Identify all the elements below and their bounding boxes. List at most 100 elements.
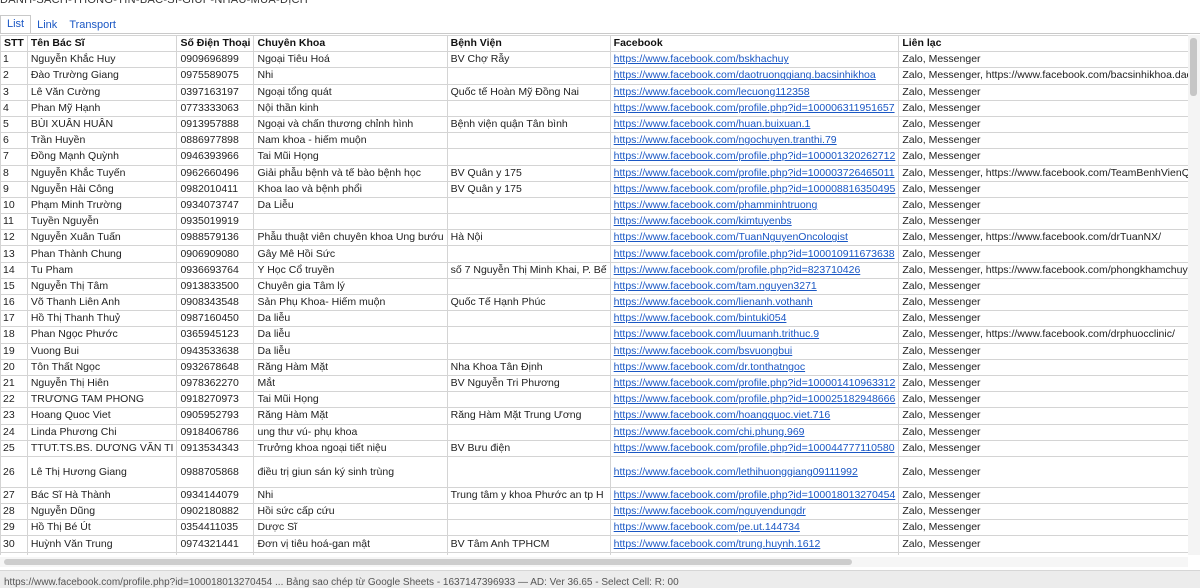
cell-stt[interactable]: 30 [0, 535, 28, 553]
cell-doctor-name[interactable]: Linda Phương Chi [26, 423, 178, 441]
cell-doctor-name[interactable]: Nguyễn Thị Hiên [26, 374, 178, 393]
cell-contact[interactable]: Zalo, Messenger [898, 277, 1188, 296]
cell-doctor-name[interactable]: Nguyễn Hải Công [26, 180, 178, 198]
cell-specialty[interactable]: Da liễu [253, 310, 448, 328]
cell-hospital[interactable] [446, 423, 611, 441]
header-specialty[interactable]: Chuyên Khoa [253, 35, 448, 53]
header-doctor-name[interactable]: Tên Bác Sĩ [26, 35, 178, 53]
table-row[interactable]: 10 Phạm Minh Trường 0934073747 Da Liễu https… [0, 196, 1188, 215]
horizontal-scrollbar[interactable] [0, 557, 1188, 567]
cell-facebook-link[interactable]: https://www.facebook.com/profile.php?id=… [609, 245, 900, 263]
cell-hospital[interactable] [446, 391, 611, 409]
cell-specialty[interactable]: Da liễu [253, 326, 448, 344]
cell-contact[interactable]: Zalo, Messenger, https://www.facebook.co… [898, 164, 1188, 182]
cell-facebook-link[interactable]: https://www.facebook.com/lethihuonggiang… [609, 455, 900, 488]
header-facebook[interactable]: Facebook [609, 35, 900, 53]
header-stt[interactable]: STT [0, 35, 28, 53]
cell-specialty[interactable]: Ngoại tổng quát [253, 83, 448, 101]
cell-hospital[interactable] [446, 132, 611, 150]
cell-contact[interactable]: Zalo, Messenger [898, 245, 1188, 263]
cell-stt[interactable]: 12 [0, 229, 28, 247]
cell-stt[interactable]: 24 [0, 423, 28, 441]
cell-phone[interactable]: 0902180882 [176, 503, 255, 521]
cell-doctor-name[interactable]: Nguyễn Dũng [26, 503, 178, 521]
cell-facebook-link[interactable]: https://www.facebook.com/profile.php?id=… [609, 439, 900, 457]
cell-specialty[interactable]: Y Học Cổ truyền [253, 261, 448, 279]
cell-contact[interactable]: Zalo, Messenger, https://www.facebook.co… [898, 67, 1188, 85]
cell-specialty[interactable] [253, 213, 448, 231]
cell-hospital[interactable] [446, 148, 611, 166]
cell-doctor-name[interactable]: Trần Quốc Phong [26, 551, 178, 555]
cell-hospital[interactable] [446, 455, 611, 488]
cell-specialty[interactable]: Khoa lao và bệnh phổi [253, 180, 448, 198]
cell-phone[interactable]: 0397163197 [176, 83, 255, 101]
cell-contact[interactable]: Zalo, Messenger [898, 503, 1188, 521]
table-row[interactable]: 18 Phan Ngọc Phước 0365945123 Da liễu https:… [0, 326, 1188, 344]
cell-doctor-name[interactable]: Lê Thị Hương Giang [26, 455, 178, 488]
cell-doctor-name[interactable]: TRƯƠNG TAM PHONG [26, 391, 178, 409]
cell-stt[interactable]: 25 [0, 439, 28, 457]
cell-stt[interactable]: 20 [0, 358, 28, 376]
cell-phone[interactable]: 0975589075 [176, 67, 255, 85]
cell-stt[interactable]: 22 [0, 391, 28, 409]
cell-stt[interactable]: 5 [0, 115, 28, 134]
cell-hospital[interactable]: BV Bình Dân [446, 551, 611, 555]
table-row[interactable]: 30 Huỳnh Văn Trung 0974321441 Đơn vị tiêu h… [0, 535, 1188, 553]
cell-specialty[interactable]: Giải phẫu bệnh và tế bào bệnh học [253, 164, 448, 182]
cell-contact[interactable]: Zalo, Messenger, https://www.facebook.co… [898, 326, 1188, 344]
cell-contact[interactable]: Zalo, Messenger, https://www.facebook.co… [898, 229, 1188, 247]
cell-facebook-link[interactable]: https://www.facebook.com/pe.ut.144734 [609, 519, 900, 537]
table-row[interactable]: 17 Hồ Thị Thanh Thuỷ 0987160450 Da liễu http… [0, 310, 1188, 328]
cell-contact[interactable]: Zalo, Messenger [898, 132, 1188, 150]
cell-facebook-link[interactable]: https://www.facebook.com/luumanh.trithuc… [609, 326, 900, 344]
cell-contact[interactable]: Zalo, Messenger [898, 407, 1188, 425]
cell-stt[interactable]: 3 [0, 83, 28, 101]
cell-contact[interactable]: Zalo, Messenger [898, 391, 1188, 409]
cell-specialty[interactable]: Tai Mũi Họng [253, 148, 448, 166]
cell-hospital[interactable]: BV Chợ Rẫy [446, 51, 611, 69]
table-row[interactable]: 26 Lê Thị Hương Giang 0988705868 điều trị g… [0, 455, 1188, 488]
cell-specialty[interactable]: ngoại tiết niệu [253, 551, 448, 555]
cell-doctor-name[interactable]: Phan Mỹ Hạnh [26, 99, 178, 117]
tab-list[interactable]: List [0, 15, 32, 34]
cell-specialty[interactable]: Nhi [253, 486, 448, 505]
cell-doctor-name[interactable]: Võ Thanh Liên Anh [26, 293, 178, 312]
cell-phone[interactable]: 0988705868 [176, 455, 255, 488]
cell-contact[interactable]: Zalo, Messenger [898, 310, 1188, 328]
cell-specialty[interactable]: Sản Phụ Khoa- Hiếm muộn [253, 293, 448, 312]
horizontal-scroll-thumb[interactable] [4, 559, 852, 565]
cell-doctor-name[interactable]: Hoang Quoc Viet [26, 407, 178, 425]
cell-doctor-name[interactable]: Bác Sĩ Hà Thành [26, 486, 178, 505]
cell-hospital[interactable] [446, 277, 611, 296]
cell-doctor-name[interactable]: Đồng Mạnh Quỳnh [26, 148, 178, 166]
cell-phone[interactable]: 0962660496 [176, 164, 255, 182]
cell-phone[interactable]: 0777318893 [176, 551, 255, 555]
cell-doctor-name[interactable]: TTUT.TS.BS. DƯƠNG VĂN TI [26, 439, 178, 457]
cell-hospital[interactable] [446, 342, 611, 360]
cell-doctor-name[interactable]: Đào Trường Giang [26, 67, 178, 85]
cell-hospital[interactable]: số 7 Nguyễn Thị Minh Khai, P. Bế [446, 261, 611, 279]
cell-facebook-link[interactable]: https://www.facebook.com/huan.buixuan.1 [609, 115, 900, 134]
header-contact[interactable]: Liên lạc [898, 35, 1188, 53]
cell-hospital[interactable]: Bệnh viện quận Tân bình [446, 115, 611, 134]
cell-phone[interactable]: 0365945123 [176, 326, 255, 344]
cell-specialty[interactable]: điều trị giun sán ký sinh trùng [253, 455, 448, 488]
cell-contact[interactable]: Zalo, Messenger [898, 115, 1188, 134]
cell-facebook-link[interactable]: https://www.facebook.com/trung.huynh.161… [609, 535, 900, 553]
cell-hospital[interactable] [446, 519, 611, 537]
vertical-scroll-thumb[interactable] [1190, 38, 1197, 96]
cell-phone[interactable]: 0974321441 [176, 535, 255, 553]
cell-specialty[interactable]: Nam khoa - hiếm muộn [253, 132, 448, 150]
cell-facebook-link[interactable]: https://www.facebook.com/daotruonggiang.… [609, 67, 900, 85]
cell-contact[interactable]: Zalo, Messenger [898, 551, 1188, 555]
cell-facebook-link[interactable]: https://www.facebook.com/phamminhtruong [609, 196, 900, 215]
cell-hospital[interactable] [446, 196, 611, 215]
cell-phone[interactable]: 0943533638 [176, 342, 255, 360]
cell-stt[interactable]: 9 [0, 180, 28, 198]
cell-doctor-name[interactable]: Tu Pham [26, 261, 178, 279]
cell-stt[interactable]: 29 [0, 519, 28, 537]
cell-hospital[interactable]: BV Nguyễn Tri Phương [446, 374, 611, 393]
cell-phone[interactable]: 0908343548 [176, 293, 255, 312]
cell-hospital[interactable]: BV Tâm Anh TPHCM [446, 535, 611, 553]
cell-phone[interactable]: 0886977898 [176, 132, 255, 150]
